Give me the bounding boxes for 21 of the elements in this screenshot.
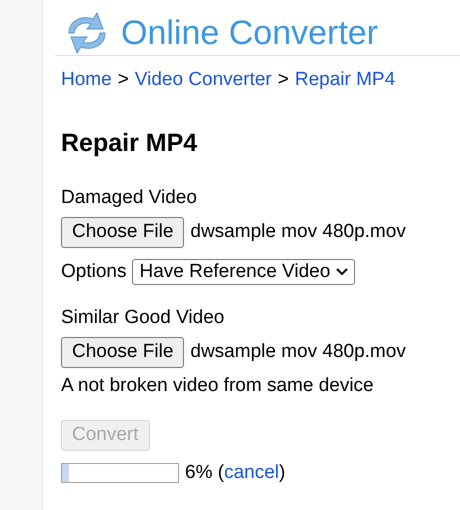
breadcrumb-link[interactable]: Repair MP4 xyxy=(294,66,396,94)
choose-file-button[interactable]: Choose File xyxy=(61,216,184,248)
site-logo-text: Online Converter xyxy=(121,16,378,50)
breadcrumb-separator: > xyxy=(118,68,129,92)
field-label: Options xyxy=(61,260,126,284)
cancel-link[interactable]: cancel xyxy=(224,462,279,483)
page-title: Repair MP4 xyxy=(61,128,198,158)
file-name: dwsample mov 480p.mov xyxy=(190,340,406,364)
options-dropdown[interactable]: Have Reference Video xyxy=(132,258,356,285)
hint-text: A not broken video from same device xyxy=(61,374,375,398)
breadcrumb-separator: > xyxy=(278,68,289,92)
breadcrumb-link[interactable]: Home xyxy=(61,66,112,94)
choose-file-button[interactable]: Choose File xyxy=(61,336,184,368)
field-label: Damaged Video xyxy=(61,186,198,210)
parenthesis: ( xyxy=(218,462,224,483)
progress-percent: 6% xyxy=(185,462,212,483)
parenthesis: ) xyxy=(279,462,286,483)
breadcrumb-link[interactable]: Video Converter xyxy=(134,66,272,94)
chevron-down-icon xyxy=(336,268,348,276)
field-label: Similar Good Video xyxy=(61,306,226,330)
file-name: dwsample mov 480p.mov xyxy=(190,220,406,244)
